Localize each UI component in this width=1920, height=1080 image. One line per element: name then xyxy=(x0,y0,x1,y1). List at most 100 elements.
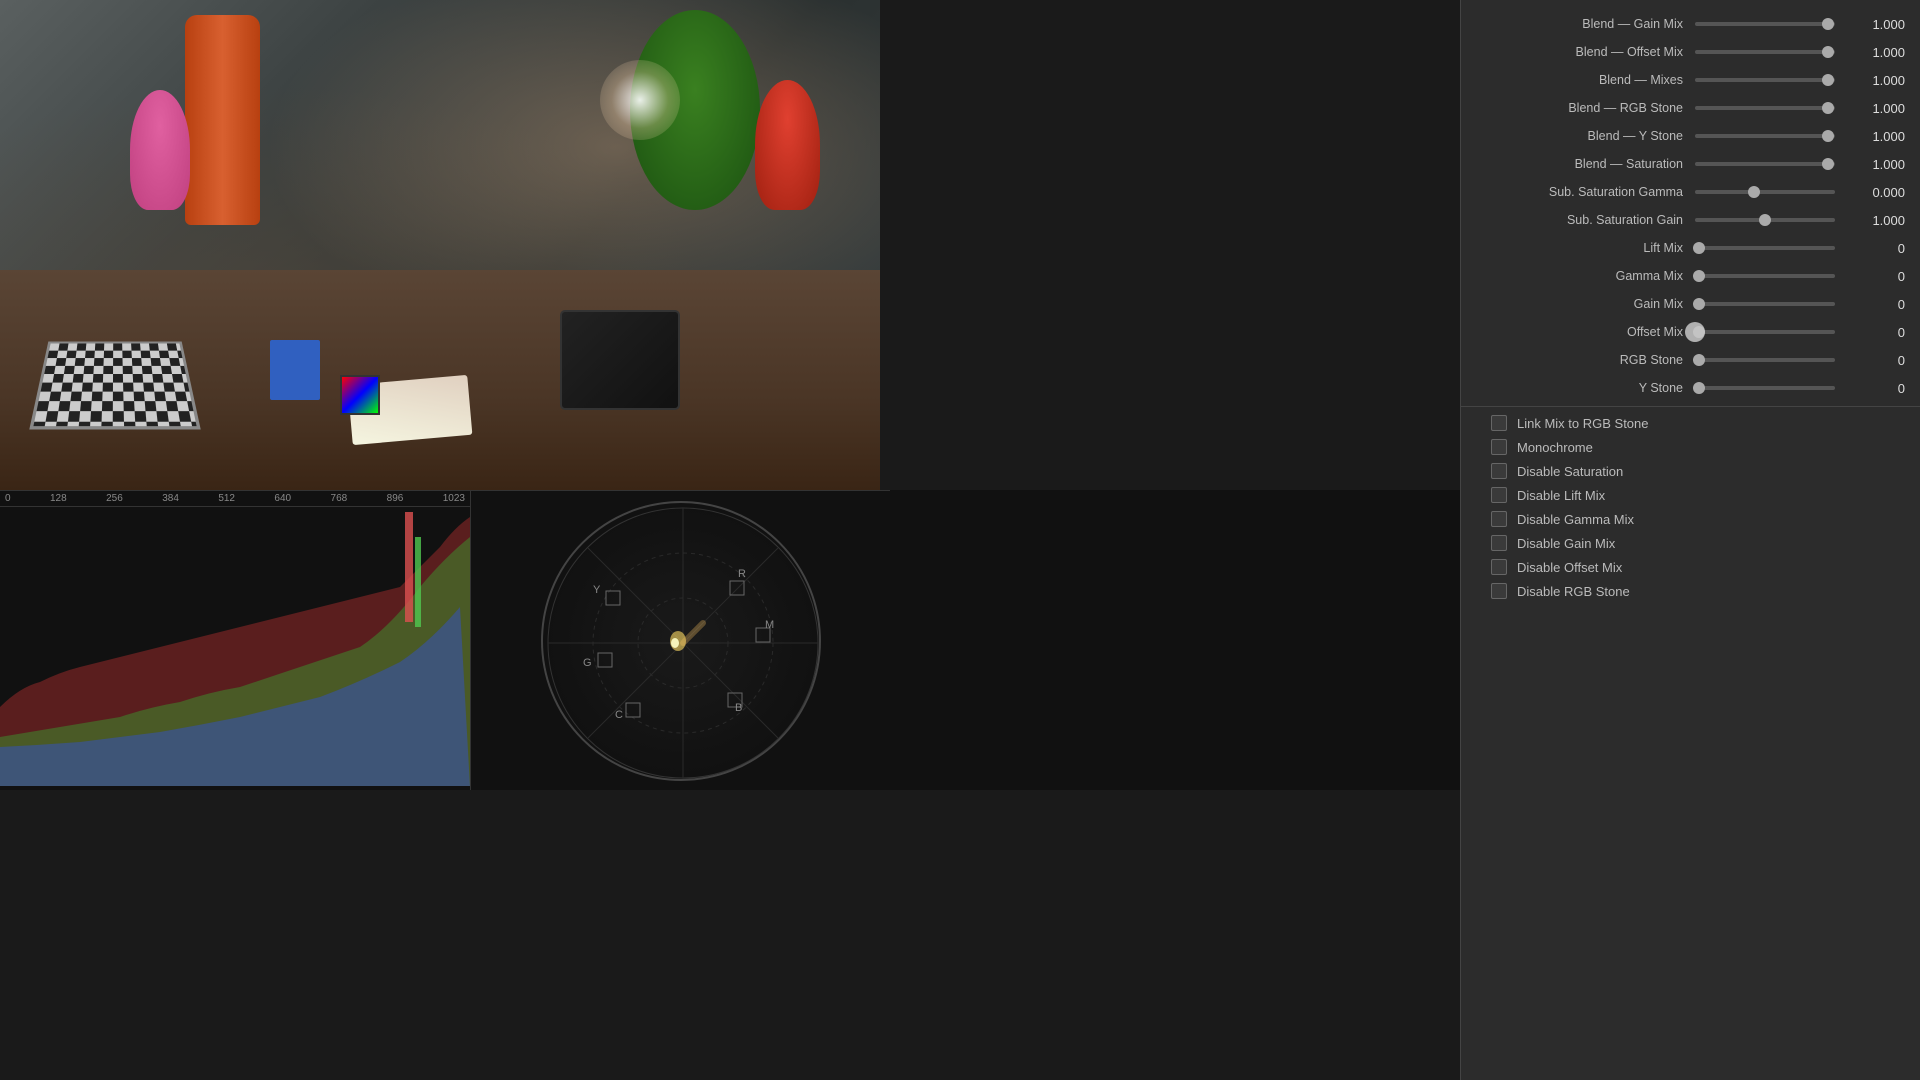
object-rubik xyxy=(340,375,380,415)
slider-track-blend-gain-mix[interactable] xyxy=(1695,22,1835,26)
checkbox-row-link-mix-rgb-stone[interactable]: Link Mix to RGB Stone xyxy=(1461,411,1920,435)
waveform-spike-red xyxy=(405,512,413,622)
slider-thumb-offset-mix[interactable] xyxy=(1693,326,1705,338)
slider-value-rgb-stone: 0 xyxy=(1845,353,1905,368)
waveform-display xyxy=(0,507,470,786)
slider-thumb-sub-saturation-gamma[interactable] xyxy=(1748,186,1760,198)
slider-track-blend-rgb-stone[interactable] xyxy=(1695,106,1835,110)
right-panel: Blend — Gain Mix1.000Blend — Offset Mix1… xyxy=(1460,0,1920,1080)
ruler-768: 768 xyxy=(331,493,348,504)
svg-text:M: M xyxy=(765,619,774,631)
object-doll-left xyxy=(130,90,190,210)
light-source xyxy=(600,60,680,140)
slider-track-blend-saturation[interactable] xyxy=(1695,162,1835,166)
slider-row-blend-saturation: Blend — Saturation1.000 xyxy=(1461,150,1920,178)
slider-row-lift-mix: Lift Mix0 xyxy=(1461,234,1920,262)
slider-row-offset-mix: Offset Mix 0 xyxy=(1461,318,1920,346)
svg-text:C: C xyxy=(615,709,623,721)
slider-thumb-sub-saturation-gain[interactable] xyxy=(1759,214,1771,226)
slider-thumb-y-stone[interactable] xyxy=(1693,382,1705,394)
checkbox-disable-lift-mix[interactable] xyxy=(1491,487,1507,503)
slider-track-blend-offset-mix[interactable] xyxy=(1695,50,1835,54)
slider-label-gain-mix: Gain Mix xyxy=(1481,297,1695,311)
ruler-384: 384 xyxy=(162,493,179,504)
checkbox-label-disable-gamma-mix: Disable Gamma Mix xyxy=(1517,512,1634,527)
slider-label-blend-gain-mix: Blend — Gain Mix xyxy=(1481,17,1695,31)
checkbox-row-monochrome[interactable]: Monochrome xyxy=(1461,435,1920,459)
analysis-area: 0 128 256 384 512 640 768 896 1023 xyxy=(0,490,1460,790)
slider-track-gain-mix[interactable] xyxy=(1695,302,1835,306)
slider-track-blend-y-stone[interactable] xyxy=(1695,134,1835,138)
checkbox-row-disable-gamma-mix[interactable]: Disable Gamma Mix xyxy=(1461,507,1920,531)
svg-text:R: R xyxy=(738,568,746,580)
vectorscope-circle: R M B C G Y xyxy=(541,501,821,781)
ruler-896: 896 xyxy=(387,493,404,504)
photo-background xyxy=(0,0,880,490)
slider-thumb-rgb-stone[interactable] xyxy=(1693,354,1705,366)
slider-label-sub-saturation-gain: Sub. Saturation Gain xyxy=(1481,213,1695,227)
left-content: 0 128 256 384 512 640 768 896 1023 xyxy=(0,0,1460,1080)
checkbox-disable-rgb-stone[interactable] xyxy=(1491,583,1507,599)
slider-value-blend-offset-mix: 1.000 xyxy=(1845,45,1905,60)
checkbox-row-disable-lift-mix[interactable]: Disable Lift Mix xyxy=(1461,483,1920,507)
slider-thumb-blend-gain-mix[interactable] xyxy=(1822,18,1834,30)
checkbox-disable-offset-mix[interactable] xyxy=(1491,559,1507,575)
ruler-1023: 1023 xyxy=(443,493,465,504)
divider-checkboxes xyxy=(1461,406,1920,407)
slider-track-lift-mix[interactable] xyxy=(1695,246,1835,250)
waveform-spike-green xyxy=(415,537,421,627)
slider-thumb-blend-offset-mix[interactable] xyxy=(1822,46,1834,58)
checkbox-label-disable-rgb-stone: Disable RGB Stone xyxy=(1517,584,1630,599)
checkbox-monochrome[interactable] xyxy=(1491,439,1507,455)
checkbox-link-mix-rgb-stone[interactable] xyxy=(1491,415,1507,431)
slider-thumb-lift-mix[interactable] xyxy=(1693,242,1705,254)
slider-track-sub-saturation-gain[interactable] xyxy=(1695,218,1835,222)
checkbox-row-disable-rgb-stone[interactable]: Disable RGB Stone xyxy=(1461,579,1920,603)
object-cylinder xyxy=(185,15,260,225)
main-area: 0 128 256 384 512 640 768 896 1023 xyxy=(0,0,1920,1080)
checkbox-label-disable-saturation: Disable Saturation xyxy=(1517,464,1623,479)
slider-thumb-gamma-mix[interactable] xyxy=(1693,270,1705,282)
slider-row-blend-gain-mix: Blend — Gain Mix1.000 xyxy=(1461,10,1920,38)
slider-label-offset-mix: Offset Mix xyxy=(1481,325,1695,339)
ruler-512: 512 xyxy=(218,493,235,504)
slider-value-offset-mix: 0 xyxy=(1845,325,1905,340)
slider-row-sub-saturation-gamma: Sub. Saturation Gamma0.000 xyxy=(1461,178,1920,206)
slider-thumb-gain-mix[interactable] xyxy=(1693,298,1705,310)
ruler-640: 640 xyxy=(274,493,291,504)
checkbox-label-monochrome: Monochrome xyxy=(1517,440,1593,455)
slider-track-gamma-mix[interactable] xyxy=(1695,274,1835,278)
slider-thumb-blend-y-stone[interactable] xyxy=(1822,130,1834,142)
slider-thumb-blend-mixes[interactable] xyxy=(1822,74,1834,86)
checkbox-container: Link Mix to RGB Stone Monochrome Disable S… xyxy=(1461,411,1920,603)
slider-row-blend-offset-mix: Blend — Offset Mix1.000 xyxy=(1461,38,1920,66)
checkbox-label-disable-gain-mix: Disable Gain Mix xyxy=(1517,536,1615,551)
slider-track-rgb-stone[interactable] xyxy=(1695,358,1835,362)
slider-track-offset-mix[interactable] xyxy=(1695,330,1835,334)
slider-row-blend-y-stone: Blend — Y Stone 1.000 xyxy=(1461,122,1920,150)
checkbox-row-disable-offset-mix[interactable]: Disable Offset Mix xyxy=(1461,555,1920,579)
slider-label-y-stone: Y Stone xyxy=(1481,381,1695,395)
slider-value-sub-saturation-gamma: 0.000 xyxy=(1845,185,1905,200)
slider-thumb-blend-rgb-stone[interactable] xyxy=(1822,102,1834,114)
checkbox-label-link-mix-rgb-stone: Link Mix to RGB Stone xyxy=(1517,416,1649,431)
waveform-panel: 0 128 256 384 512 640 768 896 1023 xyxy=(0,490,470,790)
slider-track-sub-saturation-gamma[interactable] xyxy=(1695,190,1835,194)
checkbox-disable-gain-mix[interactable] xyxy=(1491,535,1507,551)
checkbox-disable-saturation[interactable] xyxy=(1491,463,1507,479)
slider-row-gamma-mix: Gamma Mix0 xyxy=(1461,262,1920,290)
slider-value-lift-mix: 0 xyxy=(1845,241,1905,256)
checkbox-label-disable-offset-mix: Disable Offset Mix xyxy=(1517,560,1622,575)
slider-thumb-blend-saturation[interactable] xyxy=(1822,158,1834,170)
checkbox-disable-gamma-mix[interactable] xyxy=(1491,511,1507,527)
slider-track-blend-mixes[interactable] xyxy=(1695,78,1835,82)
checkbox-row-disable-saturation[interactable]: Disable Saturation xyxy=(1461,459,1920,483)
slider-value-blend-y-stone: 1.000 xyxy=(1845,129,1905,144)
slider-label-gamma-mix: Gamma Mix xyxy=(1481,269,1695,283)
object-doll-right xyxy=(755,80,820,210)
slider-label-blend-y-stone: Blend — Y Stone xyxy=(1481,129,1695,143)
slider-row-sub-saturation-gain: Sub. Saturation Gain1.000 xyxy=(1461,206,1920,234)
slider-track-y-stone[interactable] xyxy=(1695,386,1835,390)
ruler-128: 128 xyxy=(50,493,67,504)
checkbox-row-disable-gain-mix[interactable]: Disable Gain Mix xyxy=(1461,531,1920,555)
